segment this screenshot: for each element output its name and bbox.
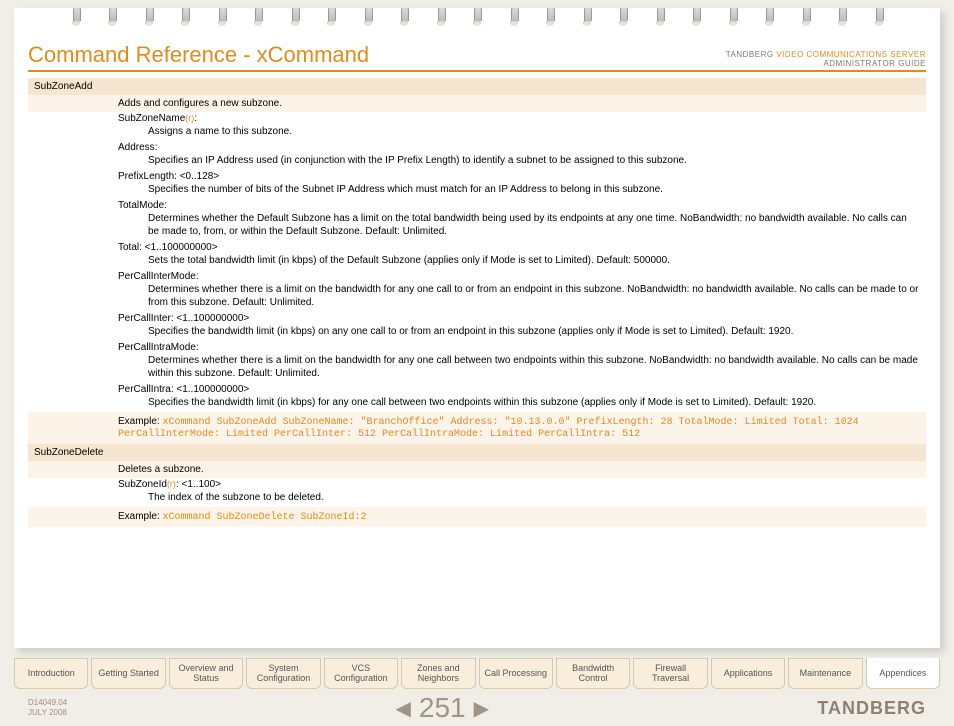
doc-id: D14049.04 <box>28 698 67 707</box>
tab-overview-and-status[interactable]: Overview and Status <box>169 658 243 689</box>
param-row: PerCallInterMode: <box>28 270 926 282</box>
param-row: TotalMode: <box>28 199 926 211</box>
param-name: Address <box>118 142 155 153</box>
example-row: Example: xCommand SubZoneDelete SubZoneI… <box>28 507 926 527</box>
param-description: Specifies the bandwidth limit (in kbps) … <box>28 324 926 341</box>
command-summary: Deletes a subzone. <box>28 461 926 478</box>
param-name: PerCallInter <box>118 313 171 324</box>
param-name: TotalMode <box>118 200 164 211</box>
param-name: Total <box>118 242 139 253</box>
param-row: SubZoneName(r): <box>28 112 926 124</box>
required-marker: (r) <box>167 479 176 489</box>
param-signature: : <0..128> <box>174 171 219 182</box>
param-name: PerCallIntraMode <box>118 342 196 353</box>
next-page-arrow[interactable]: ▶ <box>474 696 489 721</box>
param-signature: : <box>196 271 199 282</box>
param-name: SubZoneName <box>118 113 185 124</box>
param-signature: : <box>196 342 199 353</box>
footer-brand: TANDBERG <box>817 698 926 719</box>
param-description: Determines whether the Default Subzone h… <box>28 211 926 241</box>
param-row: PerCallIntra: <1..100000000> <box>28 383 926 395</box>
tab-call-processing[interactable]: Call Processing <box>479 658 553 689</box>
guide-label: ADMINISTRATOR GUIDE <box>823 59 926 68</box>
header-branding: TANDBERG VIDEO COMMUNICATIONS SERVER ADM… <box>726 50 926 68</box>
tab-vcs-configuration[interactable]: VCS Configuration <box>324 658 398 689</box>
param-name: SubZoneId <box>118 479 167 490</box>
param-name: PrefixLength <box>118 171 174 182</box>
tab-bandwidth-control[interactable]: Bandwidth Control <box>556 658 630 689</box>
page-number: 251 <box>419 692 466 724</box>
required-marker: (r) <box>185 113 194 123</box>
param-signature: : <box>194 113 197 124</box>
prev-page-arrow[interactable]: ◀ <box>395 696 410 721</box>
tab-appendices[interactable]: Appendices <box>866 658 940 689</box>
example-code: xCommand SubZoneAdd SubZoneName: "Branch… <box>118 417 859 440</box>
command-name: SubZoneAdd <box>28 78 926 95</box>
param-description: Sets the total bandwidth limit (in kbps)… <box>28 253 926 270</box>
param-description: Determines whether there is a limit on t… <box>28 282 926 312</box>
page-footer: D14049.04 JULY 2008 ◀ 251 ▶ TANDBERG <box>28 692 926 724</box>
tab-getting-started[interactable]: Getting Started <box>91 658 165 689</box>
command-name: SubZoneDelete <box>28 444 926 461</box>
param-row: SubZoneId(r): <1..100> <box>28 478 926 490</box>
param-name: PerCallInterMode <box>118 271 196 282</box>
page-navigator: ◀ 251 ▶ <box>395 692 489 724</box>
spiral-binding <box>14 8 940 34</box>
param-description: Assigns a name to this subzone. <box>28 124 926 141</box>
tab-firewall-traversal[interactable]: Firewall Traversal <box>633 658 707 689</box>
commands-list: SubZoneAddAdds and configures a new subz… <box>28 78 926 527</box>
brand-small: TANDBERG <box>726 50 774 59</box>
param-row: Total: <1..100000000> <box>28 241 926 253</box>
param-signature: : <1..100000000> <box>171 313 249 324</box>
tab-zones-and-neighbors[interactable]: Zones and Neighbors <box>401 658 475 689</box>
param-row: PerCallIntraMode: <box>28 341 926 353</box>
param-description: Determines whether there is a limit on t… <box>28 353 926 383</box>
param-description: Specifies the bandwidth limit (in kbps) … <box>28 395 926 412</box>
product-name: VIDEO COMMUNICATIONS SERVER <box>776 50 926 59</box>
bottom-tab-bar: IntroductionGetting StartedOverview and … <box>14 658 940 689</box>
param-row: Address: <box>28 141 926 153</box>
param-signature: : <1..100000000> <box>139 242 217 253</box>
page-title: Command Reference - xCommand <box>28 42 369 68</box>
param-signature: : <box>155 142 158 153</box>
param-description: Specifies an IP Address used (in conjunc… <box>28 153 926 170</box>
tab-applications[interactable]: Applications <box>711 658 785 689</box>
example-row: Example: xCommand SubZoneAdd SubZoneName… <box>28 412 926 444</box>
param-name: PerCallIntra <box>118 384 171 395</box>
param-signature: : <1..100000000> <box>171 384 249 395</box>
param-row: PrefixLength: <0..128> <box>28 170 926 182</box>
example-code: xCommand SubZoneDelete SubZoneId:2 <box>162 512 366 523</box>
doc-info: D14049.04 JULY 2008 <box>28 698 67 717</box>
param-signature: : <box>164 200 167 211</box>
document-page: Command Reference - xCommand TANDBERG VI… <box>14 8 940 648</box>
doc-date: JULY 2008 <box>28 708 67 717</box>
command-summary: Adds and configures a new subzone. <box>28 95 926 112</box>
tab-system-configuration[interactable]: System Configuration <box>246 658 320 689</box>
example-label: Example: <box>118 416 160 427</box>
param-row: PerCallInter: <1..100000000> <box>28 312 926 324</box>
param-signature: : <1..100> <box>176 479 221 490</box>
tab-maintenance[interactable]: Maintenance <box>788 658 862 689</box>
param-description: The index of the subzone to be deleted. <box>28 490 926 507</box>
param-description: Specifies the number of bits of the Subn… <box>28 182 926 199</box>
example-label: Example: <box>118 511 160 522</box>
tab-introduction[interactable]: Introduction <box>14 658 88 689</box>
